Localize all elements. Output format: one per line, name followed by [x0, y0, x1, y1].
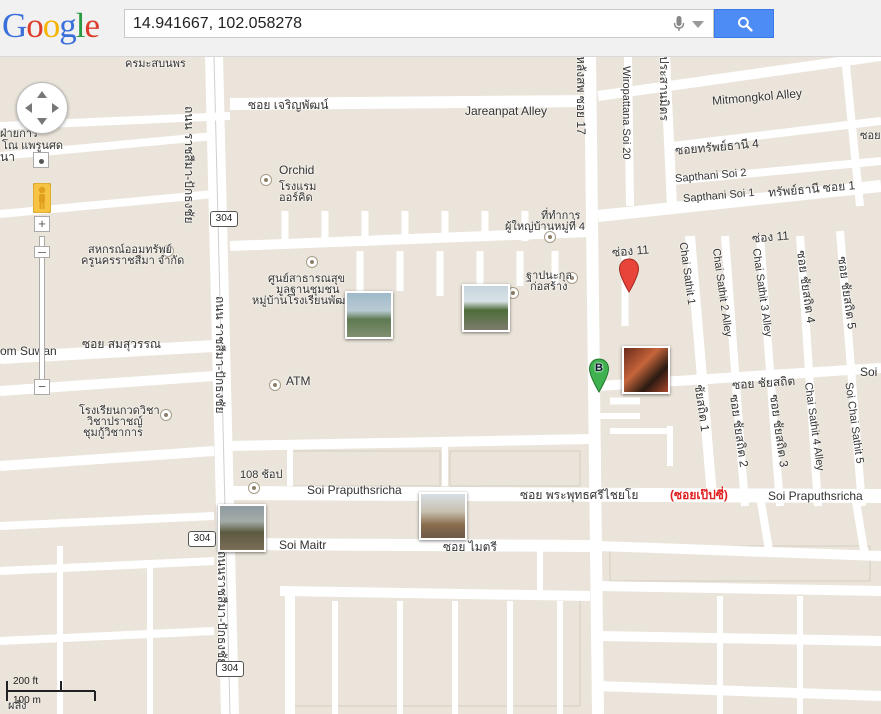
- hotel-icon[interactable]: [260, 174, 272, 186]
- label-school-th3: ชุมกู้วิชาการ: [83, 427, 143, 439]
- label-jareanpat-alley: Jareanpat Alley: [465, 104, 548, 118]
- logo-letter: o: [42, 6, 60, 45]
- marker-b-label: B: [595, 362, 603, 374]
- photo-thumbnail[interactable]: [218, 504, 266, 552]
- photo-thumbnail[interactable]: [622, 346, 670, 394]
- label-soi2-th: ซอย 2: [860, 130, 881, 142]
- photo-thumbnail[interactable]: [419, 492, 467, 540]
- logo-letter: G: [2, 6, 27, 45]
- zoom-in-button[interactable]: +: [34, 216, 50, 232]
- map-scale: 200 ft 100 m: [5, 676, 105, 710]
- label-soi-maitr: Soi Maitr: [279, 538, 327, 552]
- search-query[interactable]: 14.941667, 102.058278: [133, 15, 302, 33]
- label-soi-maitri-th: ซอย ไมตรี: [443, 540, 497, 554]
- label-soi-praputhsricha-th: ซอย พระพุทธศรีไชยโย: [520, 488, 639, 502]
- school-icon[interactable]: [160, 409, 172, 421]
- route-shield-304[interactable]: 304: [216, 661, 244, 677]
- map-canvas[interactable]: ครมะสบนพร ฝ่ายการ โณ แพรูนศด นา ซอย เจริ…: [0, 56, 881, 714]
- label-orchid: Orchid: [279, 163, 315, 177]
- search-button[interactable]: [714, 9, 774, 38]
- search-icon: [738, 17, 753, 32]
- search-input[interactable]: 14.941667, 102.058278: [124, 9, 714, 38]
- logo-letter: g: [59, 6, 76, 45]
- zoom-slider-track[interactable]: [39, 236, 45, 384]
- label-soi-praputhsricha-b: Soi Praputhsricha: [768, 489, 863, 503]
- label-soi-charoenphon: ซอย เจริญพัฒน์: [248, 98, 329, 112]
- search-bar: Google 14.941667, 102.058278: [0, 0, 881, 57]
- logo-letter: o: [26, 6, 43, 45]
- label-office-th2: ผู้ใหญ่บ้านหมู่ที่ 4: [505, 221, 586, 233]
- label-prasarnmit: ประสานมิตร: [657, 56, 671, 121]
- health-center-icon[interactable]: [306, 256, 318, 268]
- label-construction-th2: ก่อสร้าง: [530, 281, 568, 293]
- label-atm: ATM: [286, 374, 311, 388]
- label-om-suwan: om Suwan: [0, 344, 57, 358]
- photo-thumbnail[interactable]: [345, 291, 393, 339]
- pan-arrows-icon: [25, 91, 59, 125]
- atm-icon[interactable]: [269, 379, 281, 391]
- label-orchid-th2: ออร์คิด: [279, 192, 313, 204]
- label-top-cut: ครมะสบนพร: [125, 58, 186, 70]
- label-highway-mid: ถนน ราชสีมา-ปักธงชัย: [213, 296, 227, 414]
- microphone-icon[interactable]: [673, 16, 685, 32]
- bus-stop-icon[interactable]: [248, 482, 260, 494]
- label-soi-pepsi: (ซอยเป๊ปซี่): [670, 488, 728, 502]
- label-highway-low: ถนนราชสีมา-ปักธงชัย: [215, 551, 229, 666]
- label-soi-17: หลังสพ ซอย 17: [574, 56, 588, 135]
- logo-letter: e: [84, 6, 101, 45]
- label-health-th3: หมู่บ้านโรงเรียนพัฒนา: [252, 295, 359, 307]
- label-highway-top: ถนน ราชสีมา-ปักธงชัย: [182, 106, 196, 224]
- label-soi-cut: Soi: [860, 365, 878, 379]
- reset-dot-icon: [38, 159, 44, 164]
- pan-control[interactable]: [16, 82, 68, 134]
- reset-view-button[interactable]: [33, 152, 49, 168]
- slider-grip-icon: [38, 252, 46, 253]
- scale-meters: 100 m: [13, 695, 41, 706]
- location-pin-icon[interactable]: [618, 258, 640, 294]
- google-logo[interactable]: Google: [2, 6, 101, 46]
- logo-letter: l: [75, 6, 86, 45]
- label-wiropattana: Wiropattana Soi 20: [620, 66, 632, 160]
- photo-thumbnail[interactable]: [462, 284, 510, 332]
- route-shield-304[interactable]: 304: [210, 211, 238, 227]
- scale-feet: 200 ft: [13, 676, 39, 687]
- label-song11-b: ซ่อง 11: [751, 228, 790, 246]
- route-shield-304[interactable]: 304: [188, 531, 216, 547]
- zoom-out-button[interactable]: −: [34, 379, 50, 395]
- zoom-slider-handle[interactable]: [34, 246, 50, 258]
- label-na-fragment: นา: [0, 150, 15, 164]
- label-soi-praputhsricha-a: Soi Praputhsricha: [307, 483, 402, 497]
- label-junction-108: 108 ช้อป: [240, 469, 283, 481]
- pegman-icon[interactable]: [33, 183, 51, 213]
- label-coop-th2: ครูนครราชสีมา จำกัด: [81, 255, 185, 267]
- chevron-down-icon[interactable]: [692, 21, 704, 28]
- label-soi-somsuwan: ซอย สมสุวรรณ: [82, 337, 162, 351]
